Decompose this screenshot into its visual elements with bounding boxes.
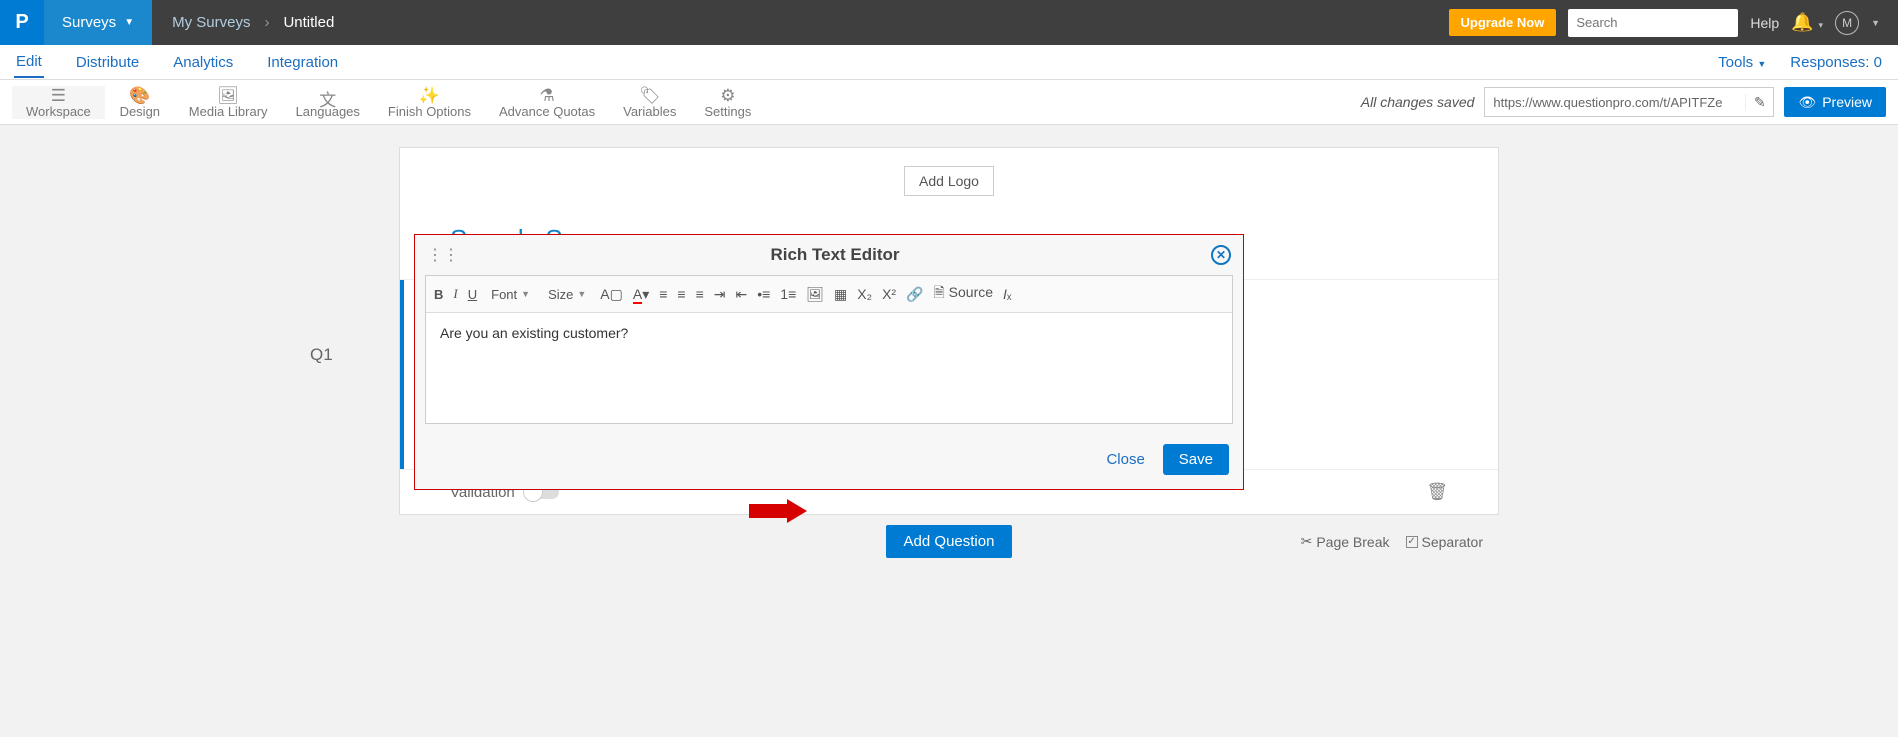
survey-url-box: ✎ <box>1484 87 1774 117</box>
responses-link[interactable]: Responses: 0 <box>1788 48 1884 77</box>
link-icon[interactable]: 🔗 <box>906 286 923 303</box>
table-icon[interactable]: ▦ <box>834 286 847 303</box>
size-dropdown[interactable]: Size▼ <box>544 287 590 302</box>
avatar[interactable]: M <box>1835 11 1859 35</box>
brand-logo[interactable]: P <box>0 0 44 45</box>
tab-distribute[interactable]: Distribute <box>74 48 141 77</box>
close-icon[interactable]: ✕ <box>1211 245 1231 265</box>
tab-integration[interactable]: Integration <box>265 48 340 77</box>
align-right-icon[interactable]: ≡ <box>696 286 704 302</box>
product-dropdown[interactable]: Surveys ▼ <box>44 0 152 45</box>
tool-media-library[interactable]: 🖼Media Library <box>175 86 282 119</box>
tool-languages[interactable]: 文Languages <box>282 86 374 119</box>
tool-settings[interactable]: ⚙Settings <box>690 86 765 119</box>
survey-url-input[interactable] <box>1485 95 1745 110</box>
add-question-button[interactable]: Add Question <box>886 525 1013 558</box>
drag-handle-icon[interactable]: ⋮⋮ <box>427 245 459 265</box>
tab-edit[interactable]: Edit <box>14 47 44 78</box>
main-tabs: Edit Distribute Analytics Integration To… <box>0 45 1898 80</box>
chevron-down-icon: ▼ <box>124 17 134 28</box>
tool-design[interactable]: 🎨Design <box>105 86 175 119</box>
subscript-icon[interactable]: X₂ <box>857 286 872 302</box>
textcolor-button[interactable]: A▾ <box>633 286 649 303</box>
tools-dropdown[interactable]: Tools ▼ <box>1716 48 1768 77</box>
source-button[interactable]: 🗎 Source <box>934 282 994 306</box>
avatar-chevron-icon[interactable]: ▼ <box>1871 18 1880 28</box>
preview-button[interactable]: 👁Preview <box>1784 87 1886 117</box>
checkbox-icon: ✓ <box>1406 536 1418 548</box>
quotas-icon: ⚗ <box>539 86 554 104</box>
bullet-list-icon[interactable]: •≡ <box>757 286 770 302</box>
tool-advance-quotas[interactable]: ⚗Advance Quotas <box>485 86 609 119</box>
topbar-right: Upgrade Now Help 🔔 ▾ M ▼ <box>1449 9 1898 37</box>
canvas-footer: Add Question ✂ Page Break ✓ Separator <box>399 515 1499 568</box>
upgrade-button[interactable]: Upgrade Now <box>1449 9 1557 36</box>
page-break-button[interactable]: ✂ Page Break <box>1301 533 1390 550</box>
italic-button[interactable]: I <box>453 286 457 302</box>
bold-button[interactable]: B <box>434 287 443 302</box>
indent-icon[interactable]: ⇥ <box>714 286 726 303</box>
rte-save-button[interactable]: Save <box>1163 444 1229 475</box>
rte-close-button[interactable]: Close <box>1106 451 1144 468</box>
breadcrumb-current: Untitled <box>283 14 334 31</box>
breadcrumb-root[interactable]: My Surveys <box>172 14 250 31</box>
search-input[interactable] <box>1568 9 1738 37</box>
bell-icon[interactable]: 🔔 ▾ <box>1791 12 1823 33</box>
gear-icon: ⚙ <box>720 86 735 104</box>
languages-icon: 文 <box>319 86 336 104</box>
image-icon[interactable]: 🖼 <box>806 286 824 303</box>
font-dropdown[interactable]: Font▼ <box>487 287 534 302</box>
align-center-icon[interactable]: ≡ <box>677 286 685 302</box>
separator-button[interactable]: ✓ Separator <box>1406 533 1483 550</box>
align-left-icon[interactable]: ≡ <box>659 286 667 302</box>
save-status: All changes saved <box>1361 94 1475 110</box>
number-list-icon[interactable]: 1≡ <box>780 286 796 302</box>
edit-toolbar: ☰Workspace 🎨Design 🖼Media Library 文Langu… <box>0 80 1898 125</box>
tool-finish-options[interactable]: ✨Finish Options <box>374 86 485 119</box>
top-bar: P Surveys ▼ My Surveys › Untitled Upgrad… <box>0 0 1898 45</box>
wand-icon: ✨ <box>419 86 440 104</box>
delete-question-icon[interactable]: 🗑 <box>1426 482 1448 502</box>
outdent-icon[interactable]: ⇤ <box>735 286 747 303</box>
edit-url-icon[interactable]: ✎ <box>1745 94 1773 111</box>
tag-icon: 🏷 <box>639 86 661 104</box>
rte-title: Rich Text Editor <box>459 245 1211 265</box>
question-number: Q1 <box>310 345 333 365</box>
eye-icon: 👁 <box>1798 94 1816 111</box>
workspace-icon: ☰ <box>51 86 66 104</box>
bgcolor-button[interactable]: A▢ <box>600 286 623 303</box>
superscript-icon[interactable]: X² <box>882 286 896 302</box>
clear-format-icon[interactable]: Iₓ <box>1003 286 1011 302</box>
rich-text-editor-panel: ⋮⋮ Rich Text Editor ✕ B I U Font▼ Size▼ … <box>414 234 1244 490</box>
tool-variables[interactable]: 🏷Variables <box>609 86 690 119</box>
product-label: Surveys <box>62 14 116 31</box>
breadcrumb: My Surveys › Untitled <box>152 14 354 31</box>
underline-button[interactable]: U <box>468 287 477 302</box>
rte-textarea[interactable]: Are you an existing customer? <box>426 313 1232 423</box>
rte-toolbar: B I U Font▼ Size▼ A▢ A▾ ≡ ≡ ≡ ⇥ ⇤ •≡ 1≡ … <box>426 276 1232 313</box>
design-icon: 🎨 <box>129 86 150 104</box>
help-link[interactable]: Help <box>1750 15 1779 31</box>
breadcrumb-sep: › <box>264 14 269 31</box>
tab-analytics[interactable]: Analytics <box>171 48 235 77</box>
tool-workspace[interactable]: ☰Workspace <box>12 86 105 119</box>
media-icon: 🖼 <box>217 86 239 104</box>
add-logo-button[interactable]: Add Logo <box>904 166 994 196</box>
